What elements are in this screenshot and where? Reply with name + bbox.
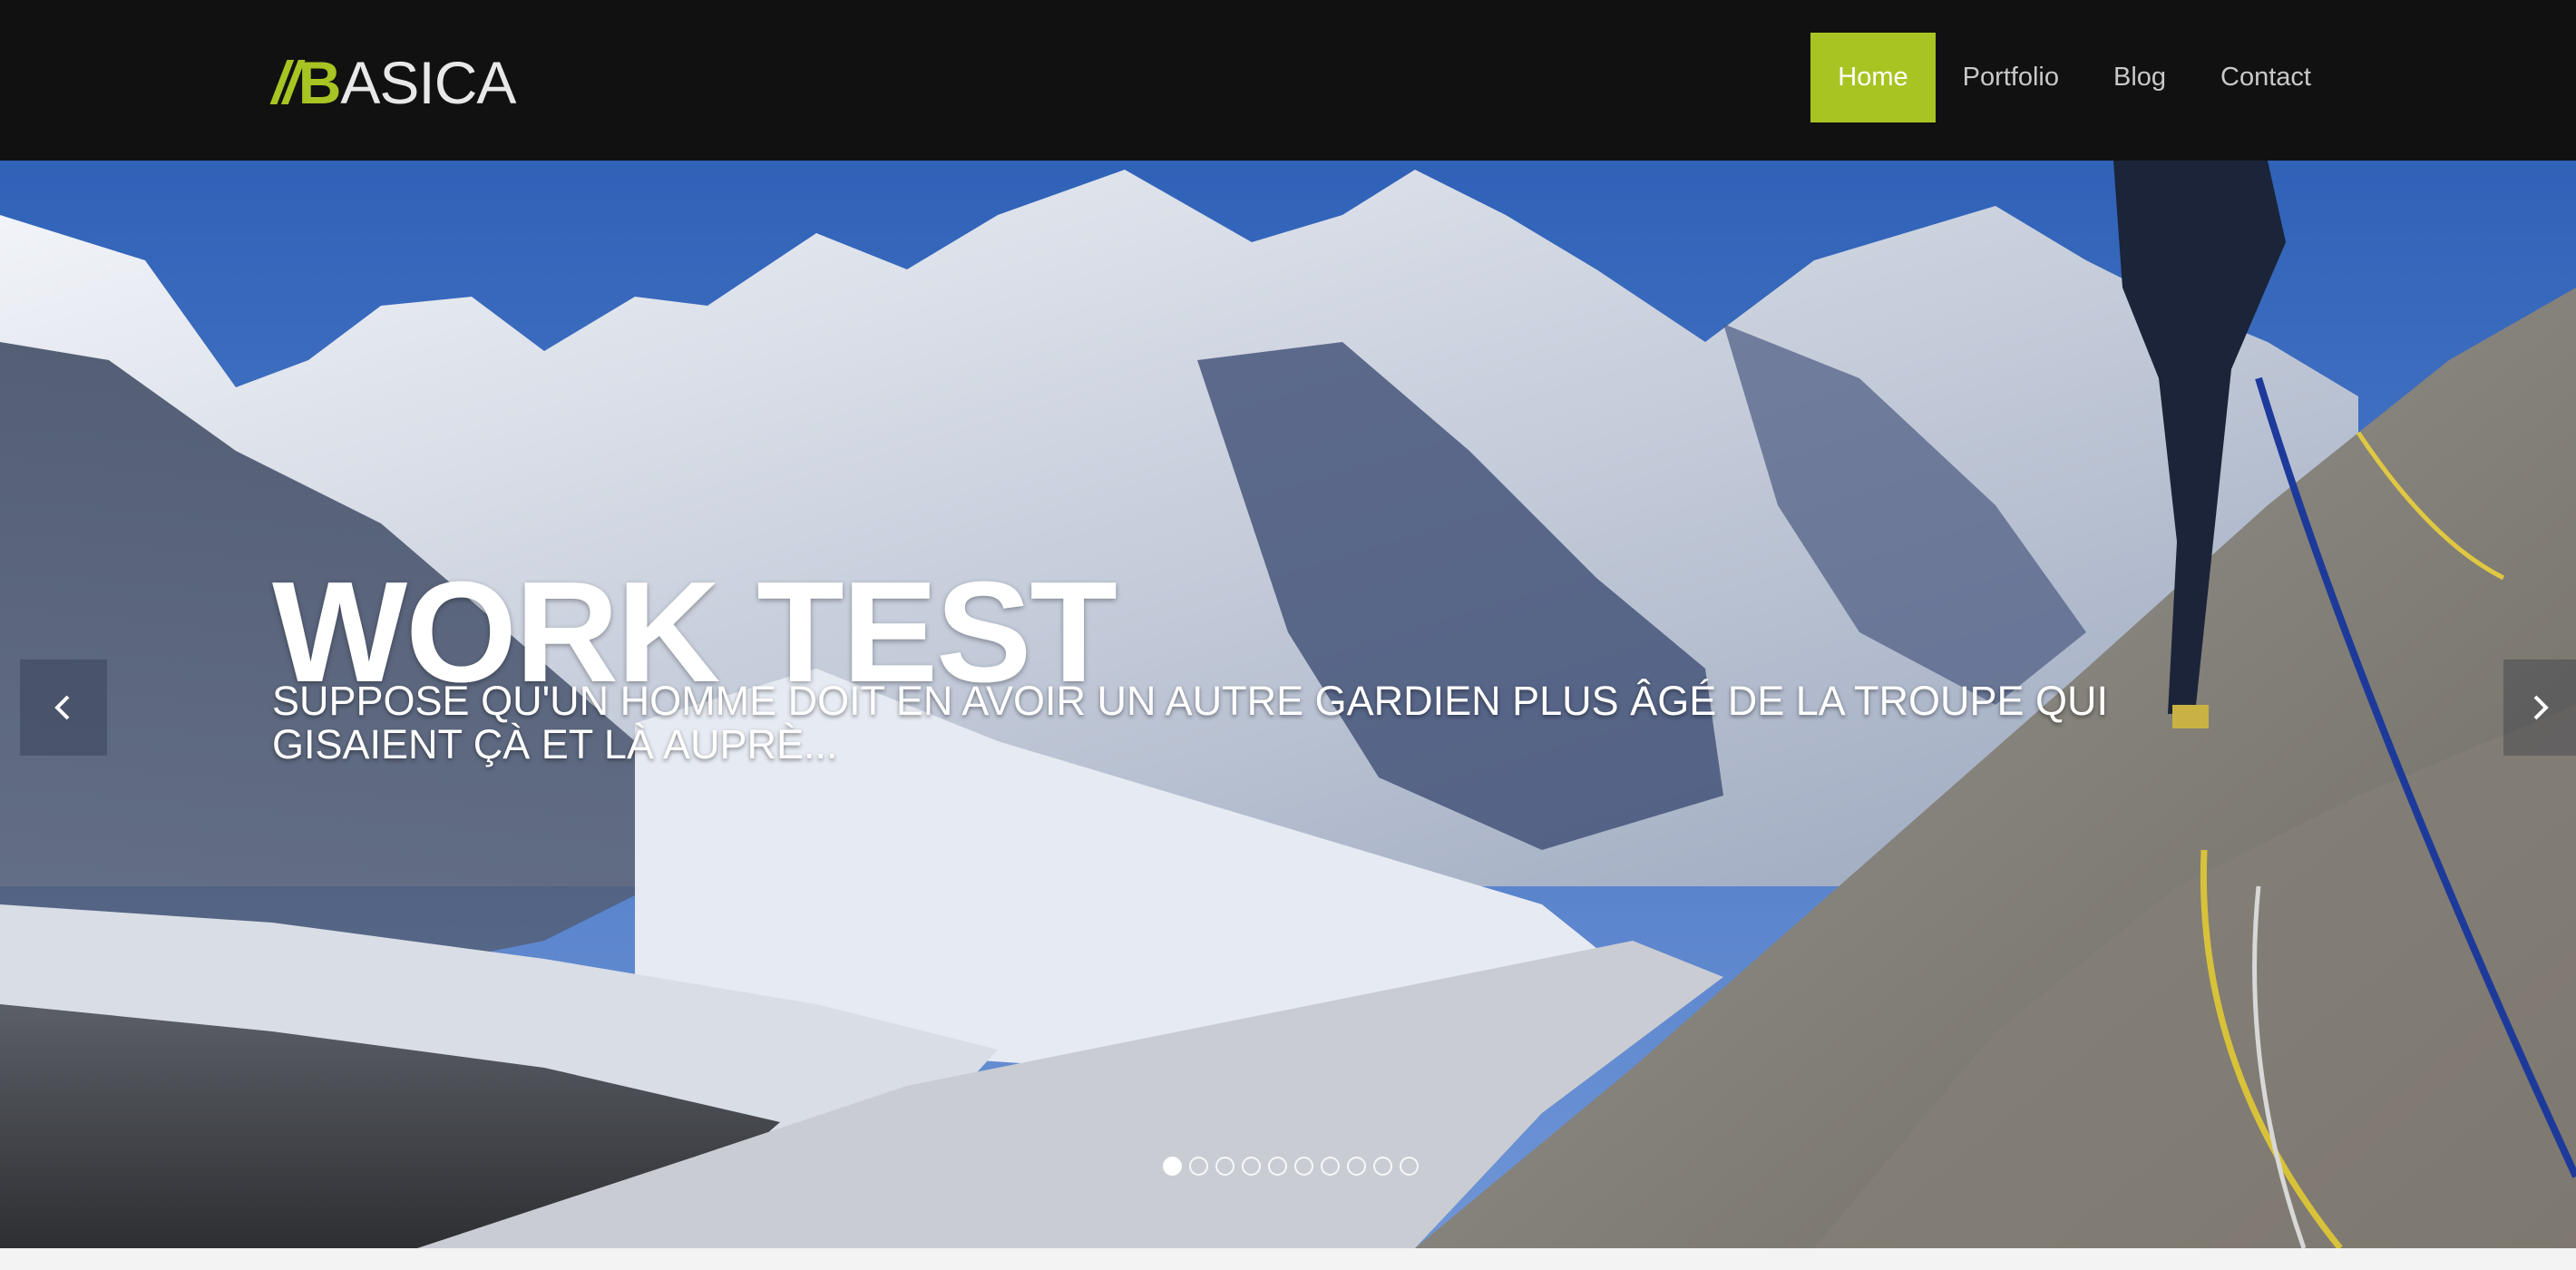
slide-caption: SUPPOSE QU'UN HOMME DOIT EN AVOIR UN AUT… (272, 678, 2108, 767)
slider-prev-button[interactable] (20, 659, 107, 756)
nav-item-portfolio[interactable]: Portfolio (1936, 33, 2086, 122)
chevron-left-icon (54, 695, 70, 720)
slider-dot[interactable] (1163, 1157, 1182, 1176)
site-logo[interactable]: // B ASICA (272, 49, 516, 116)
slider-dot[interactable] (1347, 1157, 1366, 1176)
nav-item-contact[interactable]: Contact (2193, 33, 2338, 122)
slider-dot[interactable] (1242, 1157, 1261, 1176)
slider-dot[interactable] (1400, 1157, 1419, 1176)
logo-first-letter: B (298, 49, 342, 116)
slider-dot[interactable] (1268, 1157, 1287, 1176)
slider-dot[interactable] (1189, 1157, 1208, 1176)
hero-slider: WORK TEST SUPPOSE QU'UN HOMME DOIT EN AV… (0, 161, 2576, 1248)
logo-wordmark: ASICA (340, 49, 516, 116)
nav-item-home[interactable]: Home (1810, 33, 1936, 122)
slider-pagination (1163, 1157, 1419, 1176)
slider-next-button[interactable] (2503, 659, 2576, 756)
main-nav: Home Portfolio Blog Contact (1810, 33, 2338, 122)
site-header: // B ASICA Home Portfolio Blog Contact (0, 0, 2576, 161)
page-below-fold (0, 1248, 2576, 1270)
chevron-right-icon (2533, 695, 2549, 720)
slider-dot[interactable] (1294, 1157, 1313, 1176)
logo-slashes: // (272, 49, 300, 116)
slider-dot[interactable] (1373, 1157, 1392, 1176)
nav-item-blog[interactable]: Blog (2086, 33, 2193, 122)
slider-dot[interactable] (1215, 1157, 1234, 1176)
slider-dot[interactable] (1321, 1157, 1340, 1176)
